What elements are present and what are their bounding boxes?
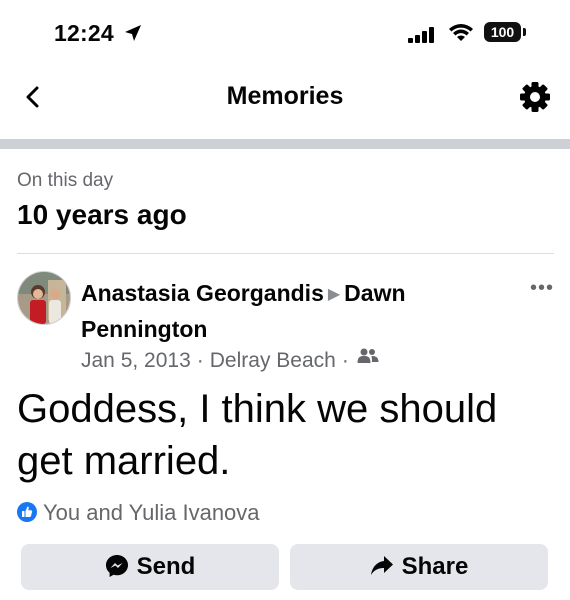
send-label: Send (136, 553, 196, 580)
send-button[interactable]: Send (21, 544, 279, 590)
messenger-icon (105, 554, 128, 577)
section-separator (0, 139, 570, 149)
page-title: Memories (226, 82, 344, 110)
share-button[interactable]: Share (290, 544, 548, 590)
battery-icon: 100 (484, 22, 521, 42)
post-text: Goddess, I think we should get married. (17, 387, 498, 483)
post-location[interactable]: Delray Beach (210, 349, 336, 372)
reactions-summary[interactable]: You and Yulia Ivanova (17, 500, 260, 526)
more-options-icon[interactable]: ••• (530, 277, 554, 300)
nav-bar: Memories (0, 64, 570, 130)
arrow-right-icon: ▶ (327, 286, 341, 303)
reactions-text: You and Yulia Ivanova (43, 500, 260, 525)
status-bar: 12:24 100 (0, 0, 570, 64)
share-arrow-icon (370, 555, 393, 575)
post-meta: Jan 5, 2013 · Delray Beach · (81, 347, 379, 373)
meta-separator: · (196, 349, 204, 372)
memory-title: 10 years ago (17, 199, 187, 230)
share-label: Share (401, 553, 469, 580)
post-author-line: Anastasia Georgandis ▶ Dawn Pennington (81, 277, 501, 346)
wifi-icon (448, 22, 474, 47)
avatar[interactable] (17, 271, 71, 325)
battery-nub (523, 28, 526, 36)
location-arrow-icon (124, 24, 142, 47)
memory-subtitle: On this day (17, 170, 114, 191)
friends-icon (357, 347, 379, 371)
status-time: 12:24 (54, 20, 114, 46)
meta-separator: · (341, 349, 349, 372)
divider (17, 253, 554, 254)
post-date[interactable]: Jan 5, 2013 (81, 349, 191, 372)
like-icon (17, 502, 37, 523)
cellular-signal-icon (408, 27, 436, 48)
gear-icon[interactable] (518, 80, 552, 119)
post-author-name[interactable]: Anastasia Georgandis (81, 280, 324, 306)
